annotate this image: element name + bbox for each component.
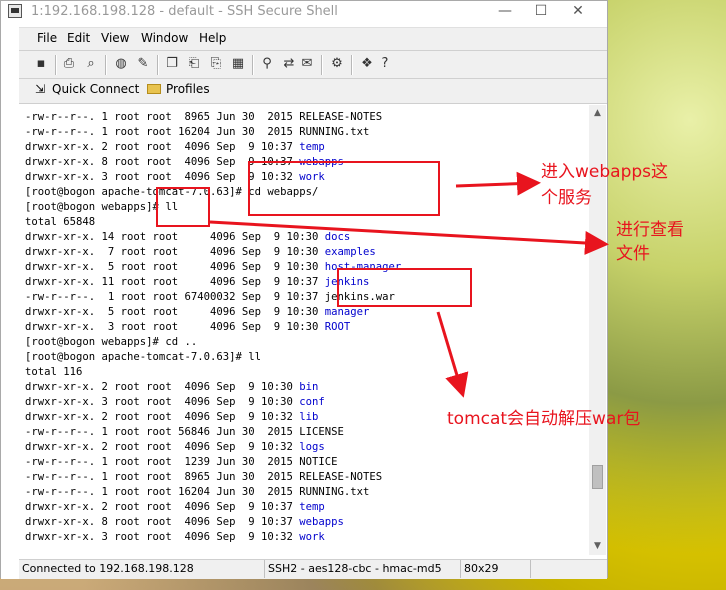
note-enter-webapps: 进入webapps这 个服务 [541, 162, 669, 208]
highlight-jenkins-files [337, 268, 472, 307]
arrow-to-tomcat-note [436, 311, 469, 398]
note-view-files: 进行查看 文件 [616, 220, 684, 264]
highlight-cd-webapps [248, 161, 440, 216]
highlight-ll-command [156, 187, 210, 227]
arrow-to-webapps-note [455, 171, 541, 196]
arrow-to-view-files-note [209, 220, 609, 255]
note-tomcat-unzip-war: tomcat会自动解压war包 [447, 409, 641, 429]
